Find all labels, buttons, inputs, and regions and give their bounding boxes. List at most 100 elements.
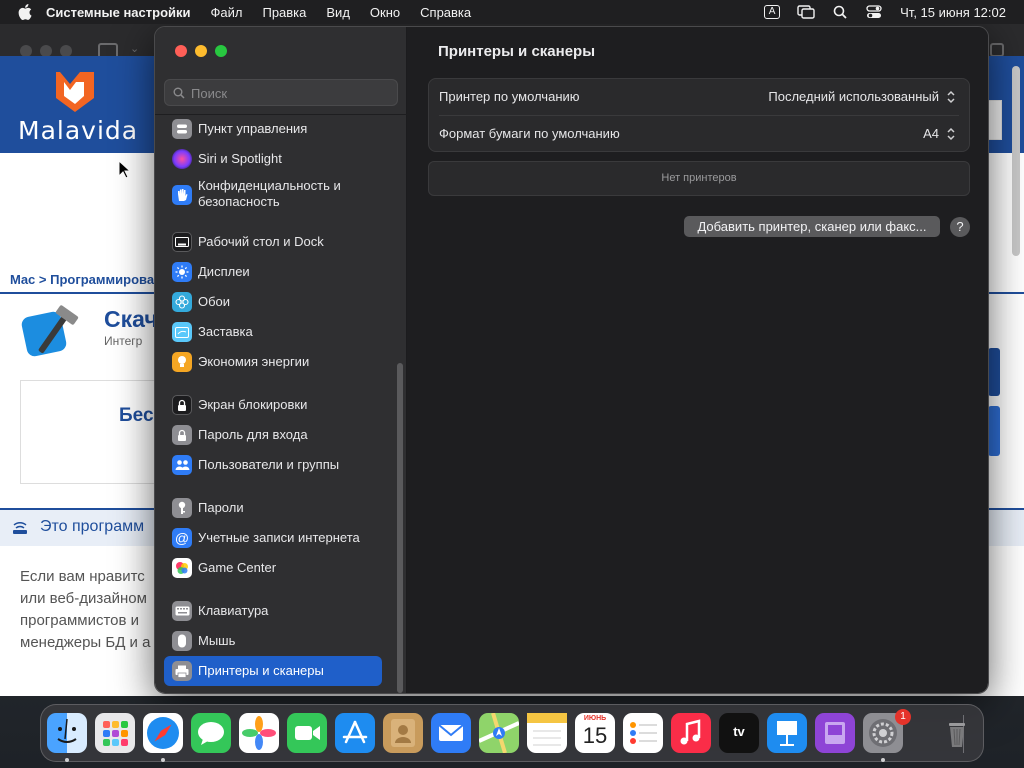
menu-window[interactable]: Окно — [370, 5, 400, 20]
sidebar-item-label: Клавиатура — [198, 603, 269, 618]
dock-podcasts-icon[interactable] — [815, 713, 855, 753]
dock-maps-icon[interactable] — [478, 712, 520, 754]
sidebar-item-label: Принтеры и сканеры — [198, 663, 324, 678]
download-text: Бес — [119, 405, 154, 426]
menu-clock[interactable]: Чт, 15 июня 12:02 — [900, 5, 1006, 20]
sidebar-item-siri-spotlight[interactable]: Siri и Spotlight — [164, 144, 382, 174]
app-title: Скач — [104, 306, 158, 332]
sidebar-scrollbar[interactable] — [397, 363, 403, 693]
sidebar-item-users-groups[interactable]: Пользователи и группы — [164, 450, 382, 480]
sidebar-item-label: Экономия энергии — [198, 354, 310, 369]
dock-finder-icon[interactable] — [47, 713, 87, 753]
sidebar-item-control-center[interactable]: Пункт управления — [164, 114, 382, 144]
sidebar-item-label: Game Center — [198, 560, 277, 575]
sidebar-item-internet-accounts[interactable]: @ Учетные записи интернета — [164, 523, 382, 553]
sidebar-item-label: Пароль для входа — [198, 427, 308, 442]
dock-reminders-icon[interactable] — [623, 713, 663, 753]
browser-scrollbar[interactable] — [1012, 66, 1020, 256]
sidebar-item-keyboard[interactable]: Клавиатура — [164, 596, 382, 626]
sidebar-item-login-password[interactable]: Пароль для входа — [164, 420, 382, 450]
input-source-icon[interactable]: A — [762, 4, 782, 20]
printer-icon — [172, 661, 192, 681]
menu-help[interactable]: Справка — [420, 5, 471, 20]
screen-mirroring-icon[interactable] — [796, 4, 816, 20]
sidebar-item-screensaver[interactable]: Заставка — [164, 317, 382, 347]
sidebar-item-privacy-security[interactable]: Конфиденциальность и безопасность — [164, 177, 382, 213]
dock-contacts-icon[interactable] — [383, 713, 423, 753]
side-button[interactable] — [988, 348, 1000, 396]
sidebar-item-game-center[interactable]: Game Center — [164, 553, 382, 583]
download-box[interactable]: Бес — [20, 380, 160, 484]
tabs-overview-icon[interactable] — [990, 43, 1004, 57]
dock-tv-icon[interactable]: tv — [719, 713, 759, 753]
sidebar-item-energy-saver[interactable]: Экономия энергии — [164, 347, 382, 377]
sidebar-item-mouse[interactable]: Мышь — [164, 626, 382, 656]
search-input[interactable]: Поиск — [164, 79, 398, 106]
window-zoom-button[interactable] — [215, 45, 227, 57]
dock-notes-icon[interactable] — [527, 713, 567, 753]
sidebar-item-printers-scanners[interactable]: Принтеры и сканеры — [164, 656, 382, 686]
add-printer-button[interactable]: Добавить принтер, сканер или факс... — [684, 216, 940, 237]
displays-sun-icon — [172, 262, 192, 282]
sidebar-item-label: Конфиденциальность и безопасность — [198, 178, 341, 210]
spotlight-search-icon[interactable] — [830, 4, 850, 20]
sidebar-item-label: Обои — [198, 294, 231, 309]
window-close-button[interactable] — [175, 45, 187, 57]
chevron-up-down-icon[interactable] — [945, 126, 957, 142]
energy-bulb-icon — [172, 352, 192, 372]
apple-logo-icon[interactable] — [18, 4, 32, 20]
desktop-dock-icon — [172, 232, 192, 252]
sidebar-item-label-line2: безопасность — [198, 194, 280, 209]
dock-facetime-icon[interactable] — [287, 713, 327, 753]
menu-file[interactable]: Файл — [211, 5, 243, 20]
dock-app-store-icon[interactable] — [335, 713, 375, 753]
control-center-icon — [172, 119, 192, 139]
running-indicator — [65, 758, 69, 762]
site-logo[interactable]: Malavida — [18, 64, 139, 145]
section-title: Это программ — [40, 518, 145, 535]
system-settings-window: Поиск Пункт управления Siri и Spotlight … — [154, 26, 989, 694]
sidebar-item-passwords[interactable]: Пароли — [164, 493, 382, 523]
breadcrumb[interactable]: Mac > Программирова — [10, 272, 154, 287]
dock-mail-icon[interactable] — [431, 713, 471, 753]
printers-list-empty[interactable]: Нет принтеров — [428, 161, 970, 196]
game-center-icon — [172, 558, 192, 578]
dock: ИЮНЬ 15 tv 1 — [40, 704, 984, 762]
page-title: Принтеры и сканеры — [438, 43, 596, 60]
dock-safari-icon[interactable] — [143, 713, 183, 753]
sidebar-item-wallpaper[interactable]: Обои — [164, 287, 382, 317]
wifi-signal-icon — [13, 521, 27, 534]
settings-sidebar: Поиск Пункт управления Siri и Spotlight … — [155, 27, 407, 693]
control-center-icon[interactable] — [864, 4, 884, 20]
sidebar-item-label: Пароли — [198, 500, 244, 515]
chevron-up-down-icon[interactable] — [945, 89, 957, 105]
sidebar-item-desktop-dock[interactable]: Рабочий стол и Dock — [164, 227, 382, 257]
dock-launchpad-icon[interactable] — [95, 713, 135, 753]
window-minimize-button[interactable] — [195, 45, 207, 57]
menu-view[interactable]: Вид — [326, 5, 350, 20]
dock-music-icon[interactable] — [671, 713, 711, 753]
help-button[interactable]: ? — [950, 217, 970, 237]
xcode-app-icon — [21, 305, 79, 357]
menu-app-name[interactable]: Системные настройки — [46, 5, 191, 20]
default-printer-select[interactable]: Последний использованный — [768, 89, 939, 104]
paragraph-line: Если вам нравитс — [20, 568, 145, 585]
dock-trash-icon[interactable] — [937, 713, 977, 753]
menu-edit[interactable]: Правка — [262, 5, 306, 20]
dock-calendar-icon[interactable]: ИЮНЬ 15 — [575, 713, 615, 753]
paper-size-select[interactable]: A4 — [923, 126, 939, 141]
sidebar-item-lock-screen[interactable]: Экран блокировки — [164, 390, 382, 420]
side-button[interactable] — [988, 406, 1000, 456]
dock-keynote-icon[interactable] — [767, 713, 807, 753]
paper-size-row: Формат бумаги по умолчанию A4 — [429, 116, 969, 152]
sidebar-item-label: Дисплеи — [198, 264, 250, 279]
chevron-down-icon[interactable]: ⌄ — [130, 42, 139, 55]
sidebar-item-label: Siri и Spotlight — [198, 151, 282, 166]
mouse-cursor-icon — [118, 160, 132, 179]
sidebar-item-displays[interactable]: Дисплеи — [164, 257, 382, 287]
dock-messages-icon[interactable] — [191, 713, 231, 753]
dock-photos-icon[interactable] — [239, 713, 279, 753]
notification-badge: 1 — [895, 709, 911, 725]
printers-scanners-pane: Принтеры и сканеры Принтер по умолчанию … — [407, 27, 988, 693]
site-logo-text: Malavida — [18, 116, 139, 145]
